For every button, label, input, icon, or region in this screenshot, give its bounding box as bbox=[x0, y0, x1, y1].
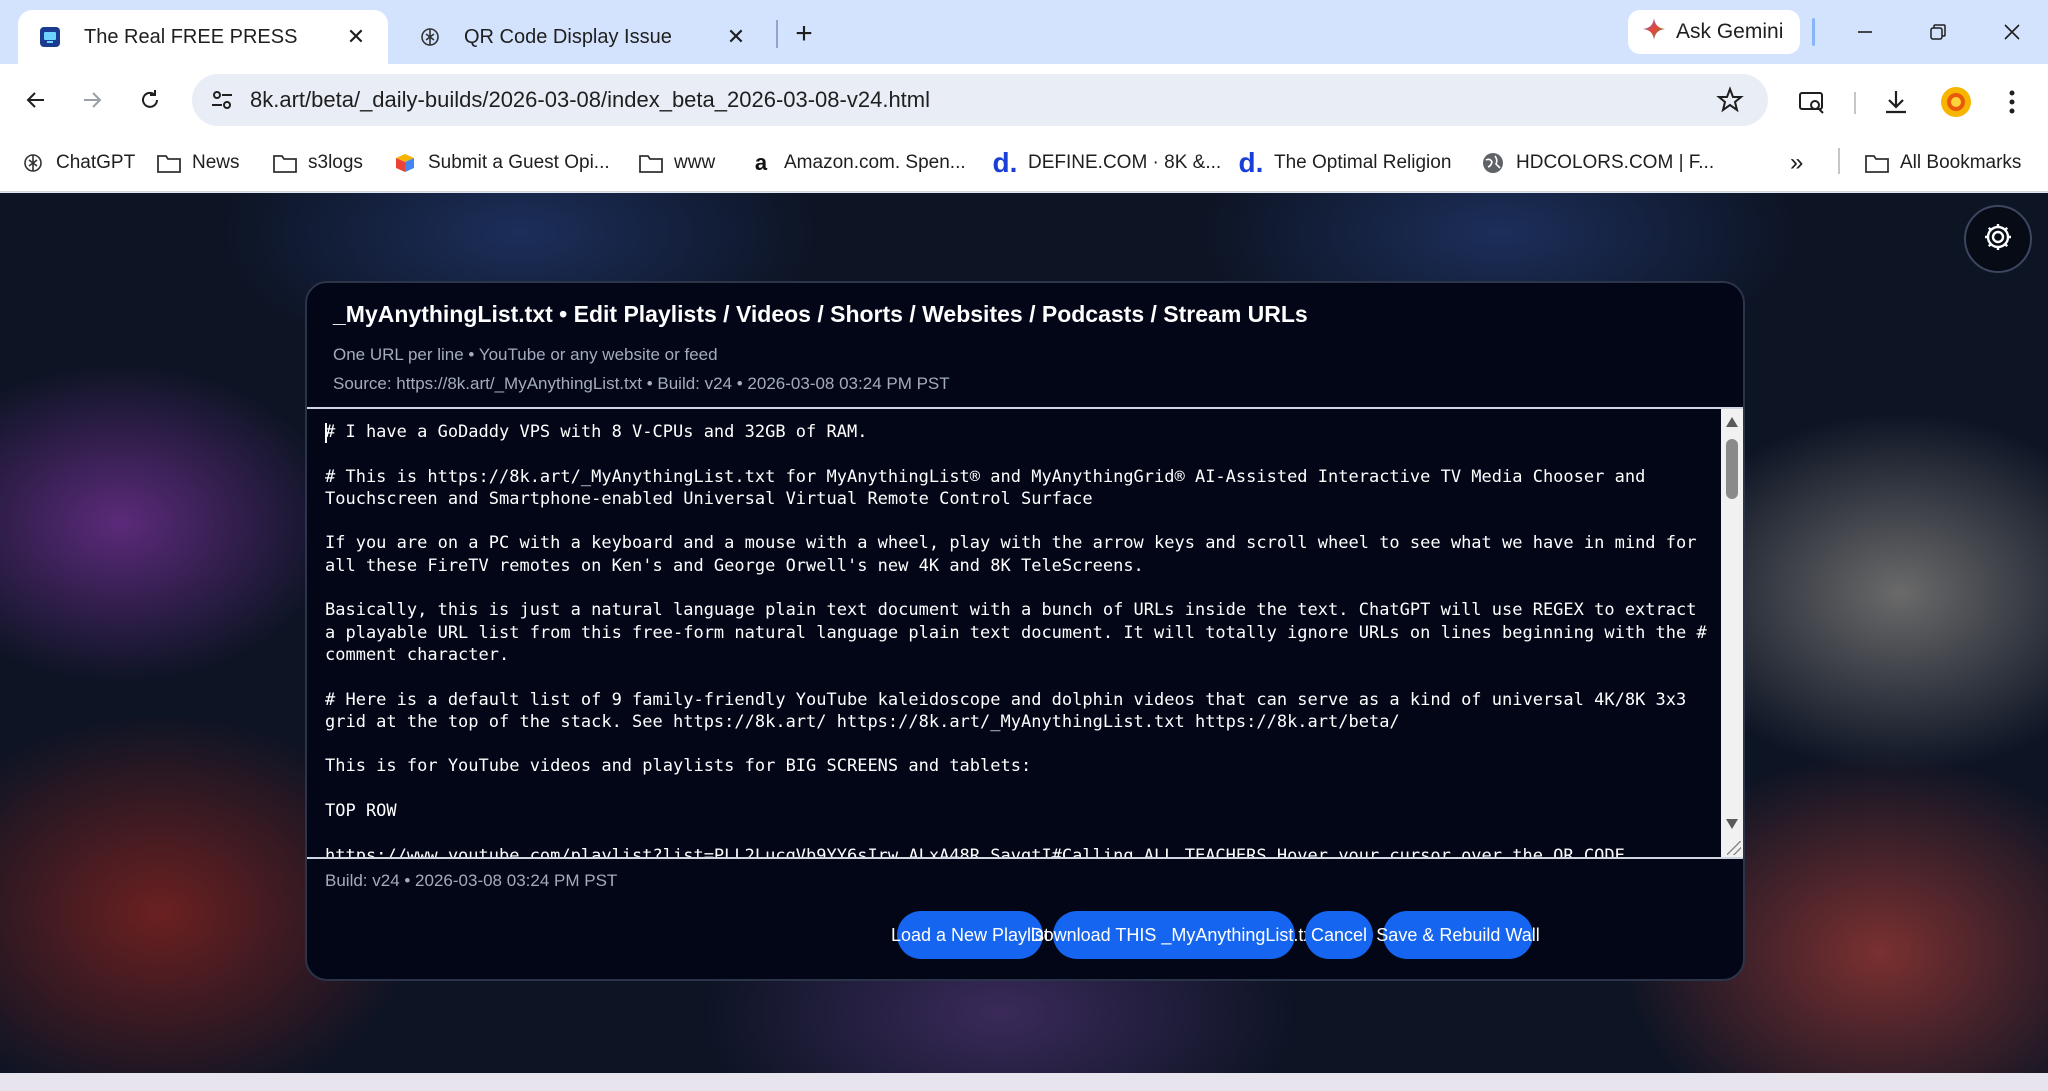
site-info-tune-icon[interactable] bbox=[208, 86, 236, 114]
scrollbar-thumb[interactable] bbox=[1726, 439, 1738, 499]
bookmark-folder-s3logs[interactable]: s3logs bbox=[272, 148, 363, 178]
site-icon bbox=[38, 25, 62, 49]
toolbar-separator bbox=[1854, 92, 1856, 114]
forward-arrow-icon[interactable] bbox=[72, 80, 112, 120]
text-caret bbox=[325, 423, 327, 443]
bookmark-label: s3logs bbox=[308, 152, 363, 173]
taskbar-edge bbox=[0, 1073, 2048, 1091]
bookmark-star-icon[interactable] bbox=[1716, 86, 1744, 114]
d-logo-icon: d. bbox=[1238, 147, 1264, 178]
new-tab-plus-icon[interactable]: + bbox=[786, 16, 822, 52]
modal-source-info: Source: https://8k.art/_MyAnythingList.t… bbox=[333, 374, 950, 393]
bookmark-hdcolors[interactable]: HDCOLORS.COM | F... bbox=[1480, 148, 1714, 178]
playlist-editor-modal: _MyAnythingList.txt • Edit Playlists / V… bbox=[305, 281, 1745, 981]
colorful-site-icon bbox=[392, 150, 418, 176]
all-bookmarks-folder[interactable]: All Bookmarks bbox=[1864, 148, 2021, 178]
close-icon[interactable]: ✕ bbox=[342, 23, 370, 51]
browser-toolbar: 8k.art/beta/_daily-builds/2026-03-08/ind… bbox=[0, 64, 2048, 136]
build-info: Build: v24 • 2026-03-08 03:24 PM PST bbox=[325, 871, 618, 890]
bookmark-submit-guest-opinion[interactable]: Submit a Guest Opi... bbox=[392, 148, 610, 178]
resize-grip-icon[interactable] bbox=[1727, 841, 1741, 855]
save-rebuild-wall-button[interactable]: Save & Rebuild Wall bbox=[1376, 911, 1540, 959]
bookmark-label: HDCOLORS.COM | F... bbox=[1516, 152, 1715, 173]
tab-title: QR Code Display Issue bbox=[464, 25, 672, 48]
all-bookmarks-label: All Bookmarks bbox=[1900, 152, 2022, 173]
tab-separator bbox=[776, 20, 778, 48]
bookmark-label: Submit a Guest Opi... bbox=[428, 152, 610, 173]
bookmarks-separator bbox=[1838, 148, 1840, 174]
url-text[interactable]: 8k.art/beta/_daily-builds/2026-03-08/ind… bbox=[250, 87, 930, 113]
modal-subtitle: One URL per line • YouTube or any websit… bbox=[333, 345, 718, 364]
download-icon[interactable] bbox=[1878, 84, 1914, 120]
window-close-icon[interactable] bbox=[1992, 12, 2032, 52]
folder-icon bbox=[638, 150, 664, 176]
chatgpt-icon bbox=[20, 150, 46, 176]
bookmark-folder-www[interactable]: www bbox=[638, 148, 715, 178]
more-bookmarks-chevron-icon[interactable]: » bbox=[1790, 148, 1803, 178]
menu-kebab-icon[interactable] bbox=[1994, 84, 2030, 120]
bookmark-label: ChatGPT bbox=[56, 152, 136, 173]
ask-gemini-label: Ask Gemini bbox=[1676, 20, 1784, 43]
gemini-sparkle-icon bbox=[1642, 17, 1666, 47]
folder-icon bbox=[156, 150, 182, 176]
playlist-textarea-content[interactable]: # I have a GoDaddy VPS with 8 V-CPUs and… bbox=[325, 421, 1715, 857]
scroll-up-arrow-icon[interactable] bbox=[1726, 417, 1738, 427]
cancel-button[interactable]: Cancel bbox=[1305, 911, 1373, 959]
close-icon[interactable]: ✕ bbox=[722, 23, 750, 51]
reload-icon[interactable] bbox=[130, 80, 170, 120]
bookmark-optimal-religion[interactable]: d. The Optimal Religion bbox=[1238, 147, 1452, 178]
tab-title: The Real FREE PRESS bbox=[84, 25, 298, 48]
textarea-scrollbar[interactable] bbox=[1721, 409, 1743, 857]
more-bookmarks-label: » bbox=[1790, 149, 1804, 176]
d-logo-icon: d. bbox=[992, 147, 1018, 178]
load-new-playlist-button[interactable]: Load a New Playlist bbox=[891, 911, 1049, 959]
bookmark-amazon[interactable]: a Amazon.com. Spen... bbox=[748, 148, 966, 178]
address-bar[interactable]: 8k.art/beta/_daily-builds/2026-03-08/ind… bbox=[192, 74, 1768, 126]
chatgpt-icon bbox=[418, 25, 442, 49]
bookmark-label: News bbox=[192, 152, 240, 173]
tab-strip: The Real FREE PRESS ✕ QR Code Display Is… bbox=[0, 0, 2048, 64]
bookmarks-bar: ChatGPT News s3logs Submit a Guest Opi..… bbox=[0, 136, 2048, 192]
download-list-button[interactable]: Download THIS _MyAnythingList.txt bbox=[1031, 911, 1317, 959]
folder-icon bbox=[272, 150, 298, 176]
bookmark-label: Amazon.com. Spen... bbox=[784, 152, 966, 173]
restore-icon[interactable] bbox=[1918, 12, 1958, 52]
page-content: _MyAnythingList.txt • Edit Playlists / V… bbox=[0, 193, 2048, 1073]
bookmark-label: www bbox=[674, 152, 716, 173]
amazon-icon: a bbox=[754, 150, 768, 175]
google-lens-tab-search-icon[interactable] bbox=[1794, 84, 1830, 120]
gemini-separator bbox=[1812, 18, 1815, 46]
bookmark-label: The Optimal Religion bbox=[1274, 152, 1452, 173]
modal-title: _MyAnythingList.txt • Edit Playlists / V… bbox=[333, 301, 1308, 327]
folder-icon bbox=[1864, 150, 1890, 176]
back-arrow-icon[interactable] bbox=[16, 80, 56, 120]
scroll-down-arrow-icon[interactable] bbox=[1726, 819, 1738, 829]
bookmark-chatgpt[interactable]: ChatGPT bbox=[20, 148, 135, 178]
ask-gemini-button[interactable]: Ask Gemini bbox=[1628, 10, 1800, 54]
profile-avatar-icon[interactable] bbox=[1938, 84, 1974, 120]
bookmark-define-com[interactable]: d. DEFINE.COM · 8K &... bbox=[992, 147, 1222, 178]
tab-the-real-free-press[interactable]: The Real FREE PRESS ✕ bbox=[18, 10, 388, 64]
bookmark-folder-news[interactable]: News bbox=[156, 148, 240, 178]
playlist-textarea[interactable]: # I have a GoDaddy VPS with 8 V-CPUs and… bbox=[307, 407, 1743, 859]
tab-qr-code-display-issue[interactable]: QR Code Display Issue ✕ bbox=[398, 10, 768, 64]
gear-icon bbox=[1981, 220, 2015, 259]
globe-icon bbox=[1480, 150, 1506, 176]
minimize-icon[interactable] bbox=[1845, 12, 1885, 52]
settings-gear-button[interactable] bbox=[1964, 205, 2032, 273]
bookmark-label: DEFINE.COM · 8K &... bbox=[1028, 152, 1222, 173]
